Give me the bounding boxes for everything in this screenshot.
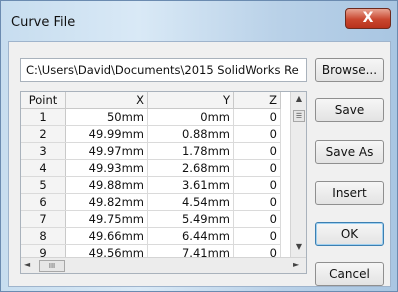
table-row[interactable]: 1 50mm 0mm 0 [21, 108, 281, 126]
x-cell[interactable]: 49.82mm [65, 193, 148, 211]
y-cell[interactable]: 4.54mm [147, 193, 234, 211]
point-cell[interactable]: 3 [21, 142, 66, 160]
z-cell[interactable]: 0 [233, 227, 281, 245]
save-as-button[interactable]: Save As [315, 140, 384, 164]
cancel-button[interactable]: Cancel [315, 262, 384, 286]
z-cell[interactable]: 0 [233, 210, 281, 228]
scroll-up-arrow-icon[interactable]: ▲ [291, 94, 306, 106]
table-row[interactable]: 7 49.75mm 5.49mm 0 [21, 210, 281, 228]
scroll-left-arrow-icon[interactable]: ◄ [24, 260, 30, 269]
x-cell[interactable]: 50mm [65, 108, 148, 126]
point-cell[interactable]: 7 [21, 210, 66, 228]
ok-button[interactable]: OK [315, 222, 384, 246]
table-row[interactable]: 4 49.93mm 2.68mm 0 [21, 159, 281, 177]
horizontal-scroll-thumb[interactable]: III [39, 260, 65, 272]
x-cell[interactable]: 49.93mm [65, 159, 148, 177]
y-cell[interactable]: 0mm [147, 108, 234, 126]
x-cell[interactable]: 49.88mm [65, 176, 148, 194]
column-header-point[interactable]: Point [21, 92, 66, 109]
y-cell[interactable]: 2.68mm [147, 159, 234, 177]
table-row[interactable]: 8 49.66mm 6.44mm 0 [21, 227, 281, 245]
scroll-down-arrow-icon[interactable]: ▼ [291, 242, 306, 254]
x-cell[interactable]: 49.75mm [65, 210, 148, 228]
y-cell[interactable]: 1.78mm [147, 142, 234, 160]
table-row[interactable]: 5 49.88mm 3.61mm 0 [21, 176, 281, 194]
file-path-field[interactable]: C:\Users\David\Documents\2015 SolidWorks… [20, 58, 307, 82]
x-cell[interactable]: 49.99mm [65, 125, 148, 143]
close-button[interactable]: X [345, 8, 391, 29]
z-cell[interactable]: 0 [233, 108, 281, 126]
x-cell[interactable]: 49.66mm [65, 227, 148, 245]
vertical-scroll-thumb[interactable]: ☰ [293, 110, 305, 122]
column-header-z[interactable]: Z [233, 92, 281, 109]
column-header-x[interactable]: X [65, 92, 148, 109]
z-cell[interactable]: 0 [233, 193, 281, 211]
column-header-y[interactable]: Y [147, 92, 234, 109]
point-cell[interactable]: 4 [21, 159, 66, 177]
y-cell[interactable]: 5.49mm [147, 210, 234, 228]
close-icon: X [362, 10, 374, 26]
save-button[interactable]: Save [315, 98, 384, 122]
y-cell[interactable]: 6.44mm [147, 227, 234, 245]
y-cell[interactable]: 3.61mm [147, 176, 234, 194]
z-cell[interactable]: 0 [233, 125, 281, 143]
y-cell[interactable]: 0.88mm [147, 125, 234, 143]
scroll-right-arrow-icon[interactable]: ► [293, 260, 299, 269]
table-row[interactable]: 3 49.97mm 1.78mm 0 [21, 142, 281, 160]
points-grid[interactable]: Point X Y Z 1 50mm 0mm 0 2 49.99mm 0.88mm 0 3 49.… [20, 91, 307, 274]
z-cell[interactable]: 0 [233, 142, 281, 160]
vertical-scrollbar[interactable]: ▲ ☰ ▼ [290, 92, 306, 257]
browse-button[interactable]: Browse... [315, 58, 384, 82]
point-cell[interactable]: 8 [21, 227, 66, 245]
table-header-row: Point X Y Z [21, 92, 281, 109]
point-cell[interactable]: 5 [21, 176, 66, 194]
table-row[interactable]: 6 49.82mm 4.54mm 0 [21, 193, 281, 211]
point-cell[interactable]: 1 [21, 108, 66, 126]
point-cell[interactable]: 6 [21, 193, 66, 211]
x-cell[interactable]: 49.97mm [65, 142, 148, 160]
table-row[interactable]: 2 49.99mm 0.88mm 0 [21, 125, 281, 143]
z-cell[interactable]: 0 [233, 159, 281, 177]
point-cell[interactable]: 2 [21, 125, 66, 143]
dialog-title: Curve File [11, 15, 76, 30]
curve-file-dialog: Curve File X C:\Users\David\Documents\20… [0, 0, 398, 292]
dialog-body: C:\Users\David\Documents\2015 SolidWorks… [8, 41, 391, 287]
z-cell[interactable]: 0 [233, 176, 281, 194]
insert-button[interactable]: Insert [315, 181, 384, 205]
points-table: Point X Y Z 1 50mm 0mm 0 2 49.99mm 0.88mm 0 3 49.… [21, 92, 281, 262]
horizontal-scrollbar[interactable]: ◄ III ► [21, 257, 306, 273]
title-bar: Curve File X [1, 1, 397, 41]
